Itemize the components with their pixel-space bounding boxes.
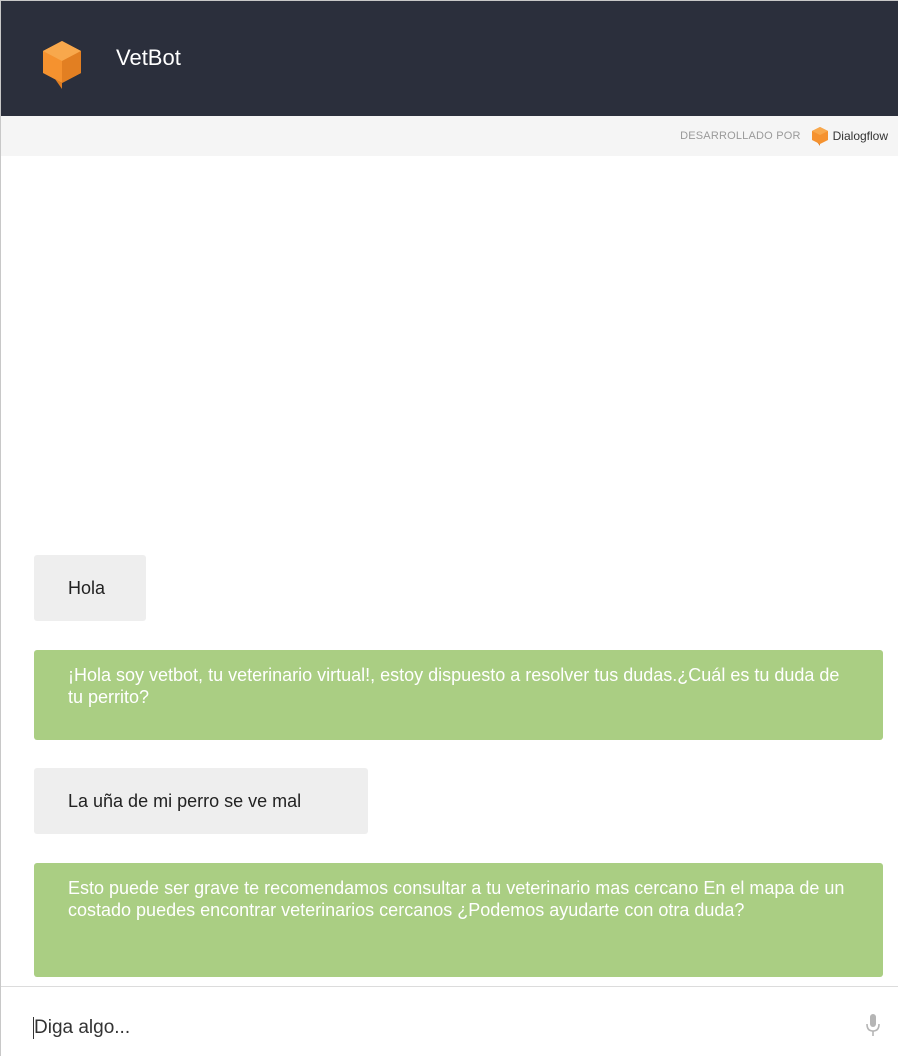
bot-message: ¡Hola soy vetbot, tu veterinario virtual…	[34, 650, 883, 740]
chat-title: VetBot	[116, 45, 181, 70]
message-text: Esto puede ser grave te recomendamos con…	[68, 878, 845, 920]
microphone-icon[interactable]	[864, 1013, 882, 1037]
message-input[interactable]: Diga algo...	[34, 1017, 130, 1039]
user-message: La uña de mi perro se ve mal	[34, 768, 368, 834]
powered-by-label: DESARROLLADO POR	[680, 130, 801, 142]
message-text: ¡Hola soy vetbot, tu veterinario virtual…	[68, 665, 840, 707]
bot-message: Esto puede ser grave te recomendamos con…	[34, 863, 883, 977]
dialogflow-brand[interactable]: Dialogflow	[833, 129, 888, 143]
message-input-row[interactable]	[1, 987, 898, 1056]
chat-header: VetBot	[1, 1, 898, 116]
orange-cube-icon	[43, 41, 81, 89]
message-text: La uña de mi perro se ve mal	[68, 791, 302, 811]
message-text: Hola	[68, 578, 106, 598]
powered-by-bar: DESARROLLADO POR Dialogflow	[1, 116, 898, 156]
user-message: Hola	[34, 555, 146, 621]
chat-window: VetBot DESARROLLADO POR Dialogflow Hola …	[0, 0, 898, 1056]
message-list: Hola ¡Hola soy vetbot, tu veterinario vi…	[1, 156, 898, 986]
dialogflow-icon	[811, 127, 828, 146]
